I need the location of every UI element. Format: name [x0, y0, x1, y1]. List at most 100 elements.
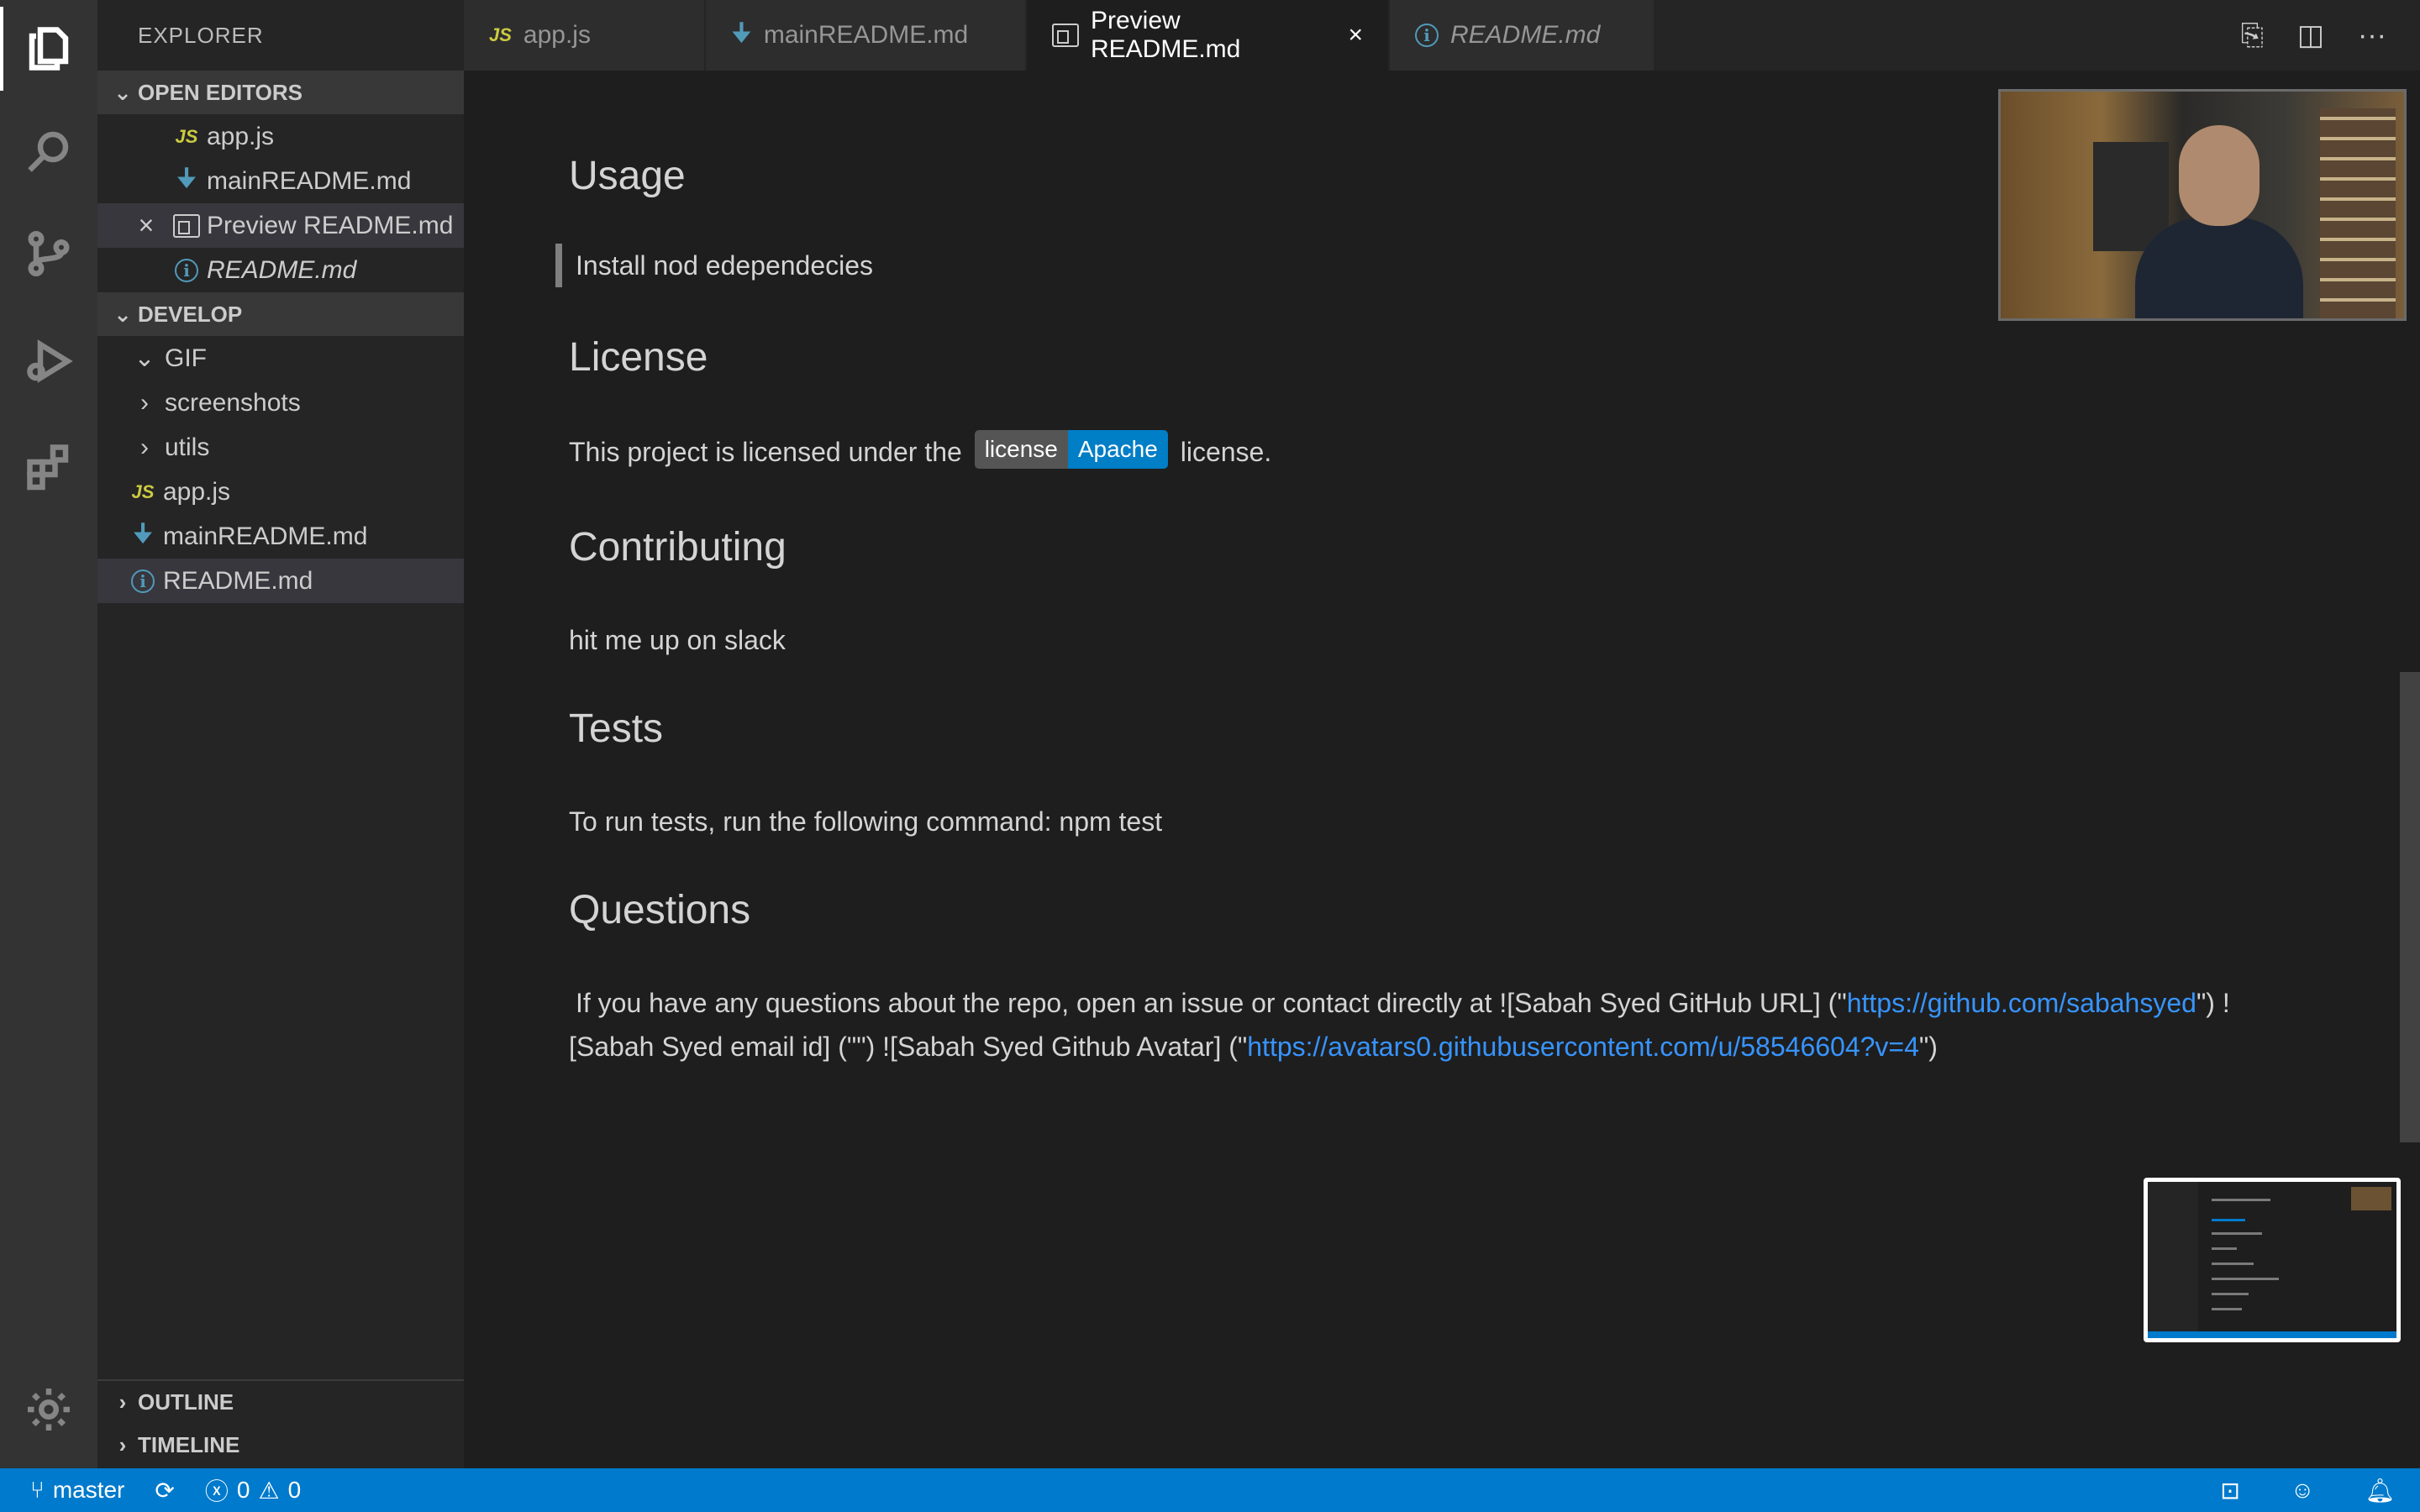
extensions-icon[interactable]: [0, 424, 97, 508]
outline-header[interactable]: › OUTLINE: [97, 1379, 464, 1423]
markdown-arrow-icon: 🠋: [731, 18, 752, 47]
activity-bar: [0, 0, 97, 1468]
folder-label: screenshots: [165, 388, 301, 417]
questions-line-2: [Sabah Syed email id] ("") ![Sabah Syed …: [569, 1025, 1938, 1068]
open-editor-label: Preview README.md: [207, 211, 454, 239]
chevron-right-icon: ›: [140, 388, 149, 417]
license-text-after: license.: [1180, 437, 1272, 467]
folder-screenshots[interactable]: › screenshots: [97, 381, 464, 425]
tab-label: mainREADME.md: [763, 21, 969, 49]
tests-text: To run tests, run the following command:…: [569, 806, 1163, 837]
open-editors-label: OPEN EDITORS: [138, 79, 303, 105]
blockquote-bar: [555, 244, 562, 287]
split-editor-icon[interactable]: ◫: [2297, 18, 2324, 52]
info-icon: i: [123, 569, 163, 593]
settings-gear-icon[interactable]: [0, 1368, 97, 1452]
license-heading: License: [569, 335, 708, 380]
timeline-header[interactable]: › TIMELINE: [97, 1423, 464, 1467]
error-icon: ⓧ: [204, 1478, 229, 1504]
open-editor-item-readme[interactable]: i README.md: [97, 248, 464, 292]
branch-indicator[interactable]: ⑂ master: [30, 1477, 124, 1504]
markdown-arrow-icon: 🠋: [176, 165, 197, 192]
webcam-bookshelf: [2320, 108, 2396, 318]
feedback-icon[interactable]: ☺: [2291, 1477, 2315, 1504]
timeline-label: TIMELINE: [138, 1431, 240, 1457]
questions-text: If you have any questions about the repo…: [576, 988, 1847, 1018]
develop-header[interactable]: ⌄ DEVELOP: [97, 292, 464, 336]
questions-text: ") !: [2196, 988, 2230, 1018]
explorer-sidebar: EXPLORER ⌄ OPEN EDITORS JS app.js 🠋 main…: [97, 0, 464, 1468]
webcam-overlay: [1998, 89, 2407, 321]
info-icon: i: [166, 258, 207, 282]
open-editor-item-app-js[interactable]: JS app.js: [97, 114, 464, 159]
warning-count: 0: [287, 1477, 302, 1503]
sync-icon[interactable]: ⟳: [155, 1477, 174, 1504]
source-control-icon[interactable]: [0, 212, 97, 296]
file-readme[interactable]: i README.md: [97, 559, 464, 603]
open-editor-item-preview-readme[interactable]: × Preview README.md: [97, 203, 464, 248]
chevron-right-icon: ›: [140, 433, 149, 461]
questions-line-1: If you have any questions about the repo…: [576, 981, 2230, 1025]
avatar-link[interactable]: https://avatars0.githubusercontent.com/u…: [1247, 1032, 1919, 1062]
close-icon[interactable]: ×: [1348, 21, 1363, 50]
open-editor-item-mainreadme[interactable]: 🠋 mainREADME.md: [97, 159, 464, 203]
bell-icon[interactable]: 🔔︎: [2365, 1477, 2395, 1504]
open-editor-label: app.js: [207, 122, 275, 150]
open-source-icon[interactable]: ⎘: [2241, 19, 2264, 52]
file-app-js[interactable]: JS app.js: [97, 470, 464, 514]
questions-text: [Sabah Syed email id] ("") ![Sabah Syed …: [569, 1032, 1248, 1062]
tests-heading: Tests: [569, 706, 664, 751]
tab-preview-readme[interactable]: Preview README.md ×: [1027, 0, 1390, 71]
questions-text: "): [1918, 1032, 1938, 1062]
license-badge-right: Apache: [1067, 429, 1168, 469]
chevron-down-icon: ⌄: [113, 79, 132, 105]
folder-label: utils: [165, 433, 210, 461]
editor-actions: ⎘ ◫ ···: [2241, 0, 2386, 71]
preview-icon: [166, 213, 207, 238]
open-editor-label: mainREADME.md: [207, 166, 412, 195]
screen-thumbnail: [2144, 1178, 2401, 1342]
editor-tab-bar: JS app.js 🠋 mainREADME.md Preview README…: [464, 0, 2420, 71]
file-mainreadme[interactable]: 🠋 mainREADME.md: [97, 514, 464, 559]
outline-label: OUTLINE: [138, 1389, 234, 1415]
tab-label: README.md: [1450, 21, 1601, 49]
run-debug-icon[interactable]: [0, 319, 97, 403]
open-editor-label: README.md: [207, 255, 357, 284]
chevron-down-icon: ⌄: [113, 301, 132, 327]
branch-name: master: [52, 1477, 125, 1503]
license-text-before: This project is licensed under the: [569, 437, 962, 467]
webcam-person: [2135, 125, 2303, 318]
tab-readme[interactable]: i README.md: [1390, 0, 1655, 71]
license-paragraph: This project is licensed under the licen…: [569, 429, 1272, 474]
file-label: mainREADME.md: [163, 522, 368, 550]
questions-heading: Questions: [569, 888, 751, 932]
sidebar-title: EXPLORER: [138, 22, 264, 48]
open-editors-header[interactable]: ⌄ OPEN EDITORS: [97, 71, 464, 114]
close-icon[interactable]: ×: [126, 210, 166, 241]
folder-label: GIF: [165, 344, 207, 372]
sidebar-bottom-sections: › OUTLINE › TIMELINE: [97, 1379, 464, 1467]
file-label: app.js: [163, 477, 231, 506]
info-icon: i: [1415, 24, 1439, 47]
chevron-down-icon: ⌄: [134, 344, 155, 372]
vertical-scrollbar[interactable]: [2400, 672, 2420, 1142]
status-right: ⊡ ☺ 🔔︎: [2220, 1468, 2395, 1512]
usage-heading: Usage: [569, 154, 686, 198]
error-count: 0: [236, 1477, 250, 1503]
status-bar: ⑂ master ⟳ ⓧ 0 ⚠ 0 ⊡ ☺ 🔔︎: [0, 1468, 2420, 1512]
js-icon: JS: [175, 125, 198, 147]
tab-label: app.js: [523, 21, 591, 49]
markdown-arrow-icon: 🠋: [132, 520, 154, 548]
preview-icon: [1052, 24, 1079, 47]
more-actions-icon[interactable]: ···: [2358, 19, 2386, 52]
explorer-icon[interactable]: [0, 7, 97, 91]
github-link[interactable]: https://github.com/sabahsyed: [1847, 988, 2196, 1018]
folder-gif[interactable]: ⌄ GIF: [97, 336, 464, 381]
search-icon[interactable]: [0, 109, 97, 193]
problems-indicator[interactable]: ⓧ 0 ⚠ 0: [205, 1473, 301, 1507]
folder-utils[interactable]: › utils: [97, 425, 464, 470]
develop-label: DEVELOP: [138, 301, 243, 327]
tab-mainreadme[interactable]: 🠋 mainREADME.md: [706, 0, 1027, 71]
terminal-icon[interactable]: ⊡: [2220, 1477, 2239, 1504]
tab-app-js[interactable]: JS app.js: [464, 0, 706, 71]
